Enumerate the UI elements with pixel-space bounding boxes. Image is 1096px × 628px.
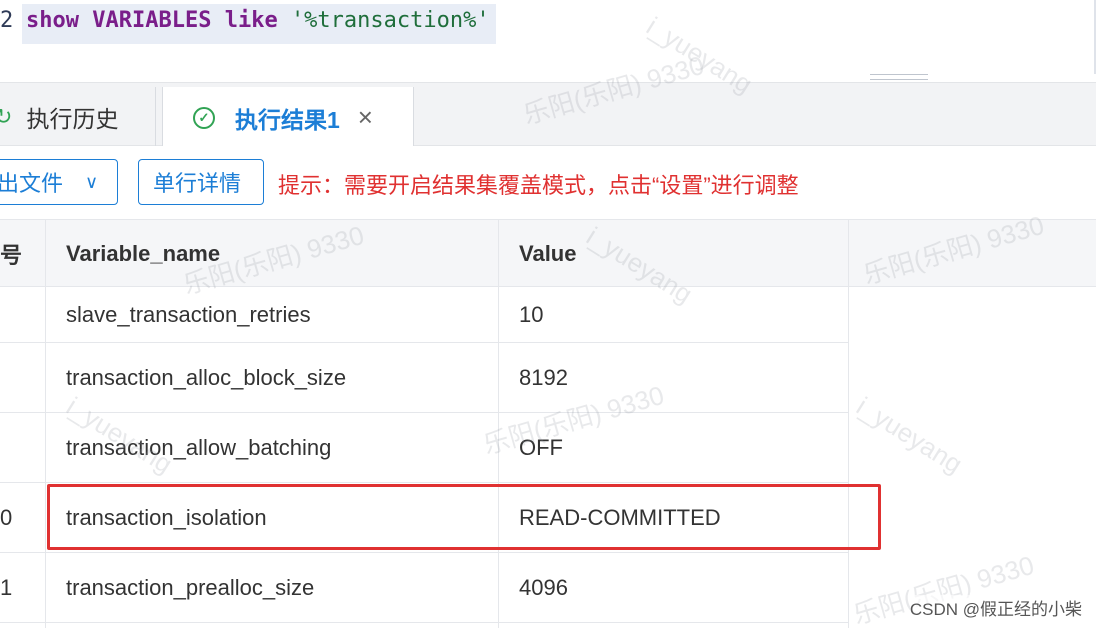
row-detail-label: 单行详情	[153, 171, 242, 196]
export-file-label: 出文件	[0, 171, 64, 196]
value-cell[interactable]: READ-COMMITTED	[519, 483, 839, 552]
export-file-button[interactable]: 出文件 ∨	[0, 159, 118, 205]
row-index: 1	[0, 574, 13, 600]
column-divider[interactable]	[45, 219, 46, 628]
table-row[interactable]: 1 transaction_prealloc_size 4096	[0, 553, 848, 623]
variable-name-cell[interactable]: transaction_isolation	[66, 483, 486, 552]
variable-name-cell[interactable]: slave_transaction_retries	[66, 287, 486, 342]
table-row[interactable]: 0 transaction_isolation READ-COMMITTED	[0, 483, 848, 553]
column-divider[interactable]	[498, 219, 499, 628]
chevron-down-icon: ∨	[85, 171, 99, 192]
column-header-value[interactable]: Value	[519, 220, 839, 288]
tab-history-label: 执行历史	[26, 106, 119, 132]
close-icon[interactable]: ×	[358, 102, 373, 133]
result-tabbar: ↻ 执行历史 ✓ 执行结果1 ×	[0, 82, 1096, 148]
value-cell[interactable]: 10	[519, 287, 839, 342]
variable-name-cell[interactable]: transaction_prealloc_size	[66, 553, 486, 622]
result-toolbar: 出文件 ∨ 单行详情 提示：需要开启结果集覆盖模式，点击“设置”进行调整	[0, 146, 1096, 220]
variable-name-cell[interactable]: transaction_alloc_block_size	[66, 343, 486, 412]
table-row[interactable]: slave_transaction_retries 10	[0, 287, 848, 343]
tab-result-label: 执行结果1	[235, 106, 340, 133]
result-grid: 号 Variable_name Value slave_transaction_…	[0, 219, 1096, 628]
row-index	[0, 343, 40, 412]
refresh-icon: ↻	[0, 104, 13, 129]
column-header-index[interactable]: 号	[0, 220, 40, 288]
credit-text: CSDN @假正经的小柴	[909, 595, 1082, 620]
tab-history[interactable]: ↻ 执行历史	[0, 87, 156, 147]
column-divider[interactable]	[848, 219, 849, 628]
check-circle-icon: ✓	[193, 106, 215, 129]
value-cell[interactable]: OFF	[519, 413, 839, 482]
code-keyword: VARIABLES	[92, 8, 212, 33]
table-row[interactable]: transaction_allow_batching OFF	[0, 413, 848, 483]
value-cell[interactable]: 8192	[519, 343, 839, 412]
code-string: '%transaction%'	[290, 8, 490, 33]
row-detail-button[interactable]: 单行详情	[138, 159, 264, 205]
tab-result-1[interactable]: ✓ 执行结果1 ×	[162, 87, 414, 148]
column-header-variable-name[interactable]: Variable_name	[66, 220, 486, 288]
value-cell[interactable]: 4096	[519, 553, 839, 622]
table-row[interactable]: transaction_alloc_block_size 8192	[0, 343, 848, 413]
code-keyword: like	[224, 8, 278, 33]
row-index	[0, 287, 40, 342]
row-index	[0, 413, 40, 482]
code-keyword: show	[26, 8, 79, 33]
row-index: 0	[0, 504, 13, 530]
table-header: 号 Variable_name Value	[0, 219, 1096, 287]
code-line[interactable]: show VARIABLES like '%transaction%'	[22, 4, 496, 44]
hint-text: 提示：需要开启结果集覆盖模式，点击“设置”进行调整	[278, 173, 799, 198]
sql-editor[interactable]: 2 show VARIABLES like '%transaction%'	[0, 0, 1096, 74]
resize-handle[interactable]	[870, 74, 928, 80]
variable-name-cell[interactable]: transaction_allow_batching	[66, 413, 486, 482]
line-number: 2	[0, 8, 14, 33]
